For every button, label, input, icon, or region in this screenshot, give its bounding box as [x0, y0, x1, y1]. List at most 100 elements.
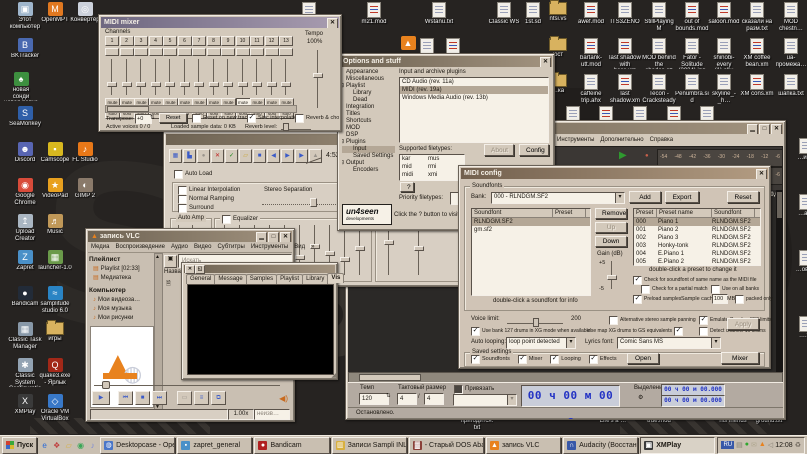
taskbar-task-bandicam[interactable]: ●Bandicam: [254, 437, 329, 454]
tree-item-output[interactable]: ⊟Output: [342, 160, 395, 167]
close-icon[interactable]: ✕: [185, 265, 195, 274]
saved-effects-checkbox[interactable]: Effects: [589, 355, 617, 364]
timesig-num[interactable]: 4: [397, 393, 417, 405]
audacity-menu-инструменты[interactable]: Инструменты: [554, 135, 597, 145]
reset-button[interactable]: Reset: [727, 191, 759, 203]
saved-mixer-checkbox[interactable]: Mixer: [518, 355, 542, 364]
channel-instrument-button[interactable]: [221, 48, 235, 56]
level-slider[interactable]: [340, 224, 349, 276]
level-slider[interactable]: [355, 224, 364, 276]
player-toolbar-button[interactable]: ●: [197, 149, 210, 163]
channel-volume-slider[interactable]: [122, 58, 131, 96]
level-slider[interactable]: [414, 224, 423, 276]
desktop-icon-zapret[interactable]: ZZapret: [8, 250, 42, 272]
close-icon[interactable]: ✕: [280, 232, 291, 242]
desktop-icon-bandicam[interactable]: ●Bandicam: [8, 286, 42, 308]
linear-interpolation-checkbox[interactable]: Linear Interpolation: [178, 186, 240, 195]
menu-»[interactable]: »: [308, 242, 317, 252]
normal-ramping-checkbox[interactable]: Normal Ramping: [178, 195, 234, 204]
desktop-icon-launcher-1-0[interactable]: ▦launcher-1.0: [38, 250, 72, 272]
desktop-icon-shinobi-every-1-ahx[interactable]: shinobi-every (1).ahx: [707, 38, 741, 69]
snap-checkbox[interactable]: Привязать: [454, 385, 494, 394]
desktop-icon-xm-coffee-bean-xm[interactable]: XM coffee bean.xm: [740, 38, 774, 68]
desktop-icon-ua-промежа-[interactable]: ua-промежа…: [774, 38, 807, 68]
quicklaunch-icon[interactable]: ❖: [51, 440, 62, 451]
desktop-icon-новая-сонди-новая-папка[interactable]: ♠новая сонди новая папка: [4, 72, 38, 101]
volume-icon[interactable]: ◀): [279, 394, 288, 403]
soundfont-row[interactable]: gm.sf2: [472, 226, 590, 234]
desktop-icon-camscope[interactable]: ▪Camscope: [38, 142, 72, 164]
channel-number-button[interactable]: 5: [163, 36, 177, 46]
channel-number-button[interactable]: 4: [149, 36, 163, 46]
tray-icon[interactable]: ▲: [759, 441, 766, 449]
config-button[interactable]: Config: [519, 144, 549, 156]
desktop-icon-fl-studio[interactable]: ♪FL Studio: [68, 142, 102, 164]
menu-аудио[interactable]: Аудио: [168, 242, 191, 252]
desktop-icon-google-chrome[interactable]: ◉Google Chrome: [8, 178, 42, 206]
preset-row[interactable]: 000Piano 1RLNDGM.SF2: [634, 218, 760, 226]
taskbar-task-запись-vlc[interactable]: ▲запись VLC: [486, 437, 561, 454]
desktop-icon-xm-cons-xm[interactable]: XM cons.xm: [740, 74, 774, 98]
channel-instrument-button[interactable]: [250, 48, 264, 56]
vlc-control-button[interactable]: ⏮: [118, 391, 133, 405]
taskbar-task-zapret-general[interactable]: ▪zapret_general: [177, 437, 252, 454]
partial-match-checkbox[interactable]: Check for a partial match: [641, 285, 708, 294]
channel-number-button[interactable]: 7: [192, 36, 206, 46]
channel-number-button[interactable]: 8: [207, 36, 221, 46]
tab-vis[interactable]: Vis: [327, 273, 344, 283]
channel-volume-slider[interactable]: [180, 58, 189, 96]
tree-item-miscellaneous[interactable]: Miscellaneous: [342, 76, 395, 83]
desktop-icon-samplitude-studio-6-0[interactable]: ≈samplitude studio 6.0: [38, 286, 72, 314]
channel-number-button[interactable]: 1: [105, 36, 119, 46]
close-icon[interactable]: ✕: [327, 18, 338, 28]
player-toolbar-button[interactable]: ▶: [281, 149, 294, 163]
remove-button[interactable]: Remove: [595, 208, 627, 219]
menu-воспроизведение[interactable]: Воспроизведение: [112, 242, 168, 252]
sidebar-item[interactable]: ▤Playlist [02:33]: [89, 265, 153, 274]
soundfont-list[interactable]: SoundfontPresetRLNDGM.SF2gm.sf2: [471, 208, 591, 296]
auto-looping-select[interactable]: loop point detected: [506, 337, 576, 349]
menu-вид[interactable]: Вид: [291, 242, 308, 252]
playback-rate[interactable]: 1.00x: [228, 409, 254, 420]
quicklaunch-icon[interactable]: ▱: [63, 440, 74, 451]
sidebar-item[interactable]: ♪Моя музыка: [89, 305, 153, 314]
channel-instrument-button[interactable]: [192, 48, 206, 56]
desktop-icon-mod-behind-the-shades-gz[interactable]: MOD behind the shades.gz: [642, 38, 676, 69]
open-button[interactable]: Open: [627, 353, 659, 364]
player-toolbar-button[interactable]: ◀: [267, 149, 280, 163]
channel-instrument-button[interactable]: [120, 48, 134, 56]
desktop-icon-caffeine-trip-ahx[interactable]: caffeine trip.ahx: [574, 74, 608, 104]
tab-general[interactable]: General: [186, 274, 215, 284]
taskbar-task-audacity-восстановлен-[interactable]: ∩Audacity (Восстановлен): [563, 437, 638, 454]
close-icon[interactable]: ✕: [771, 124, 782, 134]
channel-instrument-button[interactable]: [236, 48, 250, 56]
tree-item-appearance[interactable]: Appearance: [342, 69, 395, 76]
desktop-icon-wstanu-txt[interactable]: Wstanu.txt: [422, 2, 456, 26]
quicklaunch-icon[interactable]: ◉: [75, 440, 86, 451]
tray-icon[interactable]: ▤: [736, 441, 743, 449]
filetypes-list[interactable]: karmusmidrmimidixmi: [399, 154, 465, 181]
channel-volume-slider[interactable]: [107, 58, 116, 96]
about-button[interactable]: About: [484, 144, 514, 156]
channel-number-button[interactable]: 9: [221, 36, 235, 46]
channel-instrument-button[interactable]: [163, 48, 177, 56]
language-indicator[interactable]: RU: [721, 441, 734, 449]
vlc-titlebar[interactable]: ▲ запись VLC ▁□✕: [88, 231, 292, 242]
menu-инструменты[interactable]: Инструменты: [248, 242, 291, 252]
audacity-menu-дополнительно[interactable]: Дополнительно: [597, 135, 646, 145]
desktop-icon--txt[interactable]: ….txt: [789, 316, 807, 340]
tray-clock[interactable]: 12:08: [775, 442, 793, 449]
audacity-menu-справка[interactable]: Справка: [647, 135, 677, 145]
preset-row[interactable]: 004E.Piano 1RLNDGM.SF2: [634, 250, 760, 258]
preset-row[interactable]: 005E.Piano 2RLNDGM.SF2: [634, 258, 760, 266]
desktop-icon-awef-mod[interactable]: awef.mod: [574, 2, 608, 26]
player-toolbar-button[interactable]: ✓: [225, 149, 238, 163]
channel-volume-slider[interactable]: [194, 58, 203, 96]
start-button[interactable]: Пуск: [2, 437, 37, 454]
taskbar-task-xmplay[interactable]: ▣XMPlay: [640, 437, 715, 454]
channel-instrument-button[interactable]: [279, 48, 293, 56]
sidebar-scrollbar[interactable]: ▲▼: [154, 253, 163, 411]
desktop-icon-penumbra-sid[interactable]: Penumbra.sid: [675, 74, 709, 104]
tempo-spinner[interactable]: 120: [359, 393, 389, 405]
tree-item-titles[interactable]: Titles: [342, 111, 395, 118]
